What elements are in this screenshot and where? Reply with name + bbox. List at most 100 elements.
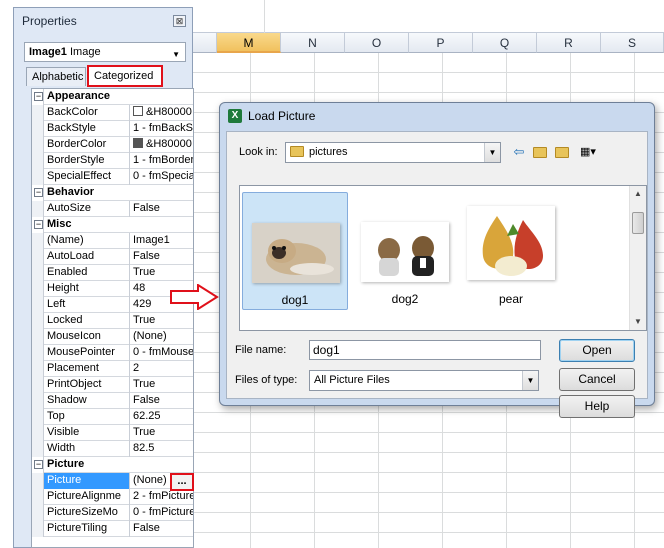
scroll-thumb[interactable] [632,212,644,234]
column-header-n[interactable]: N [281,33,345,53]
property-value-text: &H80000 [146,106,192,118]
chevron-down-icon[interactable]: ▼ [172,46,180,64]
property-value[interactable]: &H80000 [131,105,193,121]
file-item-dog1[interactable]: dog1 [242,192,348,310]
property-row-borderstyle[interactable]: BorderStyle 1 - fmBorder [32,153,193,169]
property-value[interactable]: True [131,425,193,441]
property-name: PictureSizeMo [44,505,130,521]
category-behavior[interactable]: − Behavior [32,185,193,201]
property-value[interactable]: False [131,249,193,265]
property-row-backstyle[interactable]: BackStyle 1 - fmBackSt [32,121,193,137]
property-name: Locked [44,313,130,329]
property-value[interactable]: 2 [131,361,193,377]
property-value[interactable]: 62.25 [131,409,193,425]
excel-icon: X [228,109,242,123]
property-value[interactable]: &H80000 [131,137,193,153]
property-row-locked[interactable]: Locked True [32,313,193,329]
property-row-shadow[interactable]: Shadow False [32,393,193,409]
property-row-enabled[interactable]: Enabled True [32,265,193,281]
file-list-scrollbar[interactable]: ▲ ▼ [629,186,646,330]
color-swatch [133,106,143,116]
property-value[interactable]: 0 - fmSpecial [131,169,193,185]
property-row-bordercolor[interactable]: BorderColor &H80000 [32,137,193,153]
collapse-icon[interactable]: − [34,92,43,101]
property-value[interactable]: Image1 [131,233,193,249]
chevron-down-icon[interactable]: ▼ [484,143,500,162]
property-row-mousepointer[interactable]: MousePointer 0 - fmMouseI [32,345,193,361]
look-in-value: pictures [309,146,348,158]
property-value[interactable]: (None) [131,329,193,345]
collapse-icon[interactable]: − [34,220,43,229]
thumbnail-image [361,222,449,282]
property-value[interactable]: True [131,265,193,281]
up-folder-icon[interactable] [531,144,549,160]
property-value[interactable]: True [131,313,193,329]
property-value[interactable]: False [131,521,193,537]
property-name: PictureTiling [44,521,130,537]
column-header-q[interactable]: Q [473,33,537,53]
property-name: Left [44,297,130,313]
property-value[interactable]: 2 - fmPicture [131,489,193,505]
scroll-up-icon[interactable]: ▲ [630,186,646,202]
property-value[interactable]: 1 - fmBorder [131,153,193,169]
views-menu-icon[interactable]: ▦▾ [575,144,601,160]
file-item-pear[interactable]: pear [458,192,564,310]
property-value[interactable]: 1 - fmBackSt [131,121,193,137]
back-arrow-icon[interactable]: ⇦ [511,144,527,160]
property-row-name[interactable]: (Name) Image1 [32,233,193,249]
property-value[interactable]: 0 - fmPicture [131,505,193,521]
property-row-mouseicon[interactable]: MouseIcon (None) [32,329,193,345]
property-row-width[interactable]: Width 82.5 [32,441,193,457]
property-row-visible[interactable]: Visible True [32,425,193,441]
property-row-top[interactable]: Top 62.25 [32,409,193,425]
collapse-icon[interactable]: − [34,460,43,469]
tab-categorized[interactable]: Categorized [87,65,163,87]
dialog-title-bar[interactable]: X Load Picture [220,103,654,130]
property-value[interactable]: False [131,201,193,217]
property-value[interactable]: 0 - fmMouseI [131,345,193,361]
property-row-placement[interactable]: Placement 2 [32,361,193,377]
look-in-select[interactable]: pictures ▼ [285,142,501,163]
file-type-select[interactable]: All Picture Files ▼ [309,370,539,391]
file-list[interactable]: dog1 dog2 pear ▲ ▼ [239,185,647,331]
column-header-prev[interactable] [192,33,217,53]
column-header-o[interactable]: O [345,33,409,53]
column-header-s[interactable]: S [601,33,664,53]
property-row-specialeffect[interactable]: SpecialEffect 0 - fmSpecial [32,169,193,185]
property-name: Placement [44,361,130,377]
close-icon[interactable]: ⊠ [173,15,186,27]
file-caption: dog2 [391,292,419,306]
category-label: Misc [47,218,72,230]
category-label: Picture [47,458,85,470]
property-value[interactable]: 82.5 [131,441,193,457]
property-row-picturealignment[interactable]: PictureAlignme 2 - fmPicture [32,489,193,505]
column-header-r[interactable]: R [537,33,601,53]
property-row-picturesizemode[interactable]: PictureSizeMo 0 - fmPicture [32,505,193,521]
help-button[interactable]: Help [559,395,635,418]
object-selector[interactable]: Image1 Image ▼ [24,42,186,62]
property-row-autosize[interactable]: AutoSize False [32,201,193,217]
category-appearance[interactable]: − Appearance [32,89,193,105]
cancel-button[interactable]: Cancel [559,368,635,391]
property-row-printobject[interactable]: PrintObject True [32,377,193,393]
folder-up-glyph [533,147,547,158]
property-row-picturetiling[interactable]: PictureTiling False [32,521,193,537]
properties-window: Properties ⊠ Image1 Image ▼ Alphabetic C… [13,7,194,548]
new-folder-icon[interactable] [553,144,571,160]
property-value[interactable]: True [131,377,193,393]
property-row-backcolor[interactable]: BackColor &H80000 [32,105,193,121]
property-value[interactable]: False [131,393,193,409]
file-item-dog2[interactable]: dog2 [352,192,458,310]
collapse-icon[interactable]: − [34,188,43,197]
category-misc[interactable]: − Misc [32,217,193,233]
column-header-p[interactable]: P [409,33,473,53]
column-header-m[interactable]: M [217,33,281,53]
scroll-down-icon[interactable]: ▼ [630,314,646,330]
chevron-down-icon[interactable]: ▼ [522,371,538,390]
open-button[interactable]: Open [559,339,635,362]
property-row-autoload[interactable]: AutoLoad False [32,249,193,265]
category-picture[interactable]: − Picture [32,457,193,473]
browse-picture-button[interactable]: ... [170,473,194,491]
file-name-input[interactable]: dog1 [309,340,541,360]
tab-alphabetic[interactable]: Alphabetic [26,67,86,86]
